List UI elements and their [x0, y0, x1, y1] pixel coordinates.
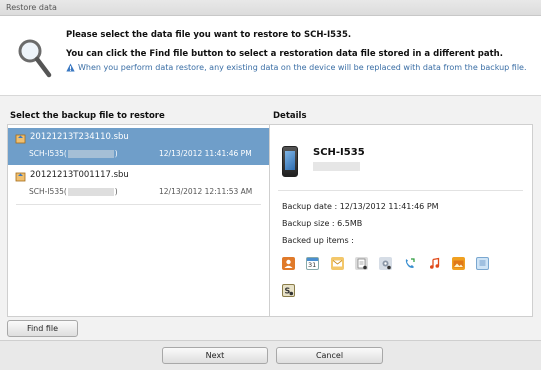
list-divider [16, 204, 261, 205]
device-id-blurred [313, 162, 360, 171]
file-date: 12/13/2012 11:41:46 PM [159, 149, 252, 158]
photos-icon [452, 257, 465, 270]
warning-note: When you perform data restore, any exist… [66, 62, 530, 74]
call-log-icon [403, 257, 416, 270]
file-name: 20121213T001117.sbu [30, 170, 129, 180]
backup-date: Backup date : 12/13/2012 11:41:46 PM [282, 202, 439, 211]
cancel-button[interactable]: Cancel [276, 347, 383, 364]
music-icon [428, 257, 441, 270]
backup-size: Backup size : 6.5MB [282, 219, 363, 228]
header-panel: Please select the data file you want to … [0, 16, 541, 96]
documents-icon [476, 257, 489, 270]
window-title: Restore data [6, 3, 57, 12]
backup-file-icon [15, 172, 26, 182]
memo-icon [355, 257, 368, 270]
details-divider [278, 190, 523, 191]
footer-bar [0, 340, 541, 370]
backup-file-item[interactable]: 20121213T001117.sbu SCH-I535() 12/13/201… [8, 166, 269, 205]
magnifier-icon [18, 39, 52, 78]
backup-file-list: 20121213T234110.sbu SCH-I535() 12/13/201… [7, 124, 270, 317]
calendar-icon: 31 [306, 257, 319, 270]
instruction-line-2: You can click the Find file button to se… [66, 49, 503, 59]
title-bar: Restore data [0, 0, 541, 16]
backed-up-items-label: Backed up items : [282, 236, 354, 245]
device-name: SCH-I535 [313, 147, 365, 158]
svg-text:S: S [285, 287, 291, 296]
warning-icon [66, 63, 75, 72]
next-button[interactable]: Next [162, 347, 268, 364]
backup-file-icon [15, 134, 26, 144]
warning-text: When you perform data restore, any exist… [78, 63, 527, 72]
file-date: 12/13/2012 12:11:53 AM [159, 187, 253, 196]
find-file-button[interactable]: Find file [7, 320, 78, 337]
contacts-icon [282, 257, 295, 270]
apps-icon: S [282, 284, 295, 297]
file-device: SCH-I535() [29, 187, 118, 196]
backup-file-item-selected[interactable]: 20121213T234110.sbu SCH-I535() 12/13/201… [8, 128, 269, 165]
calendar-day: 31 [308, 261, 317, 269]
instruction-line-1: Please select the data file you want to … [66, 30, 352, 40]
messages-icon [331, 257, 344, 270]
details-panel: SCH-I535 Backup date : 12/13/2012 11:41:… [270, 124, 533, 317]
phone-icon [282, 146, 298, 177]
file-device: SCH-I535() [29, 149, 118, 158]
file-list-heading: Select the backup file to restore [10, 111, 165, 121]
file-name: 20121213T234110.sbu [30, 132, 129, 142]
details-heading: Details [273, 111, 307, 121]
settings-icon [379, 257, 392, 270]
